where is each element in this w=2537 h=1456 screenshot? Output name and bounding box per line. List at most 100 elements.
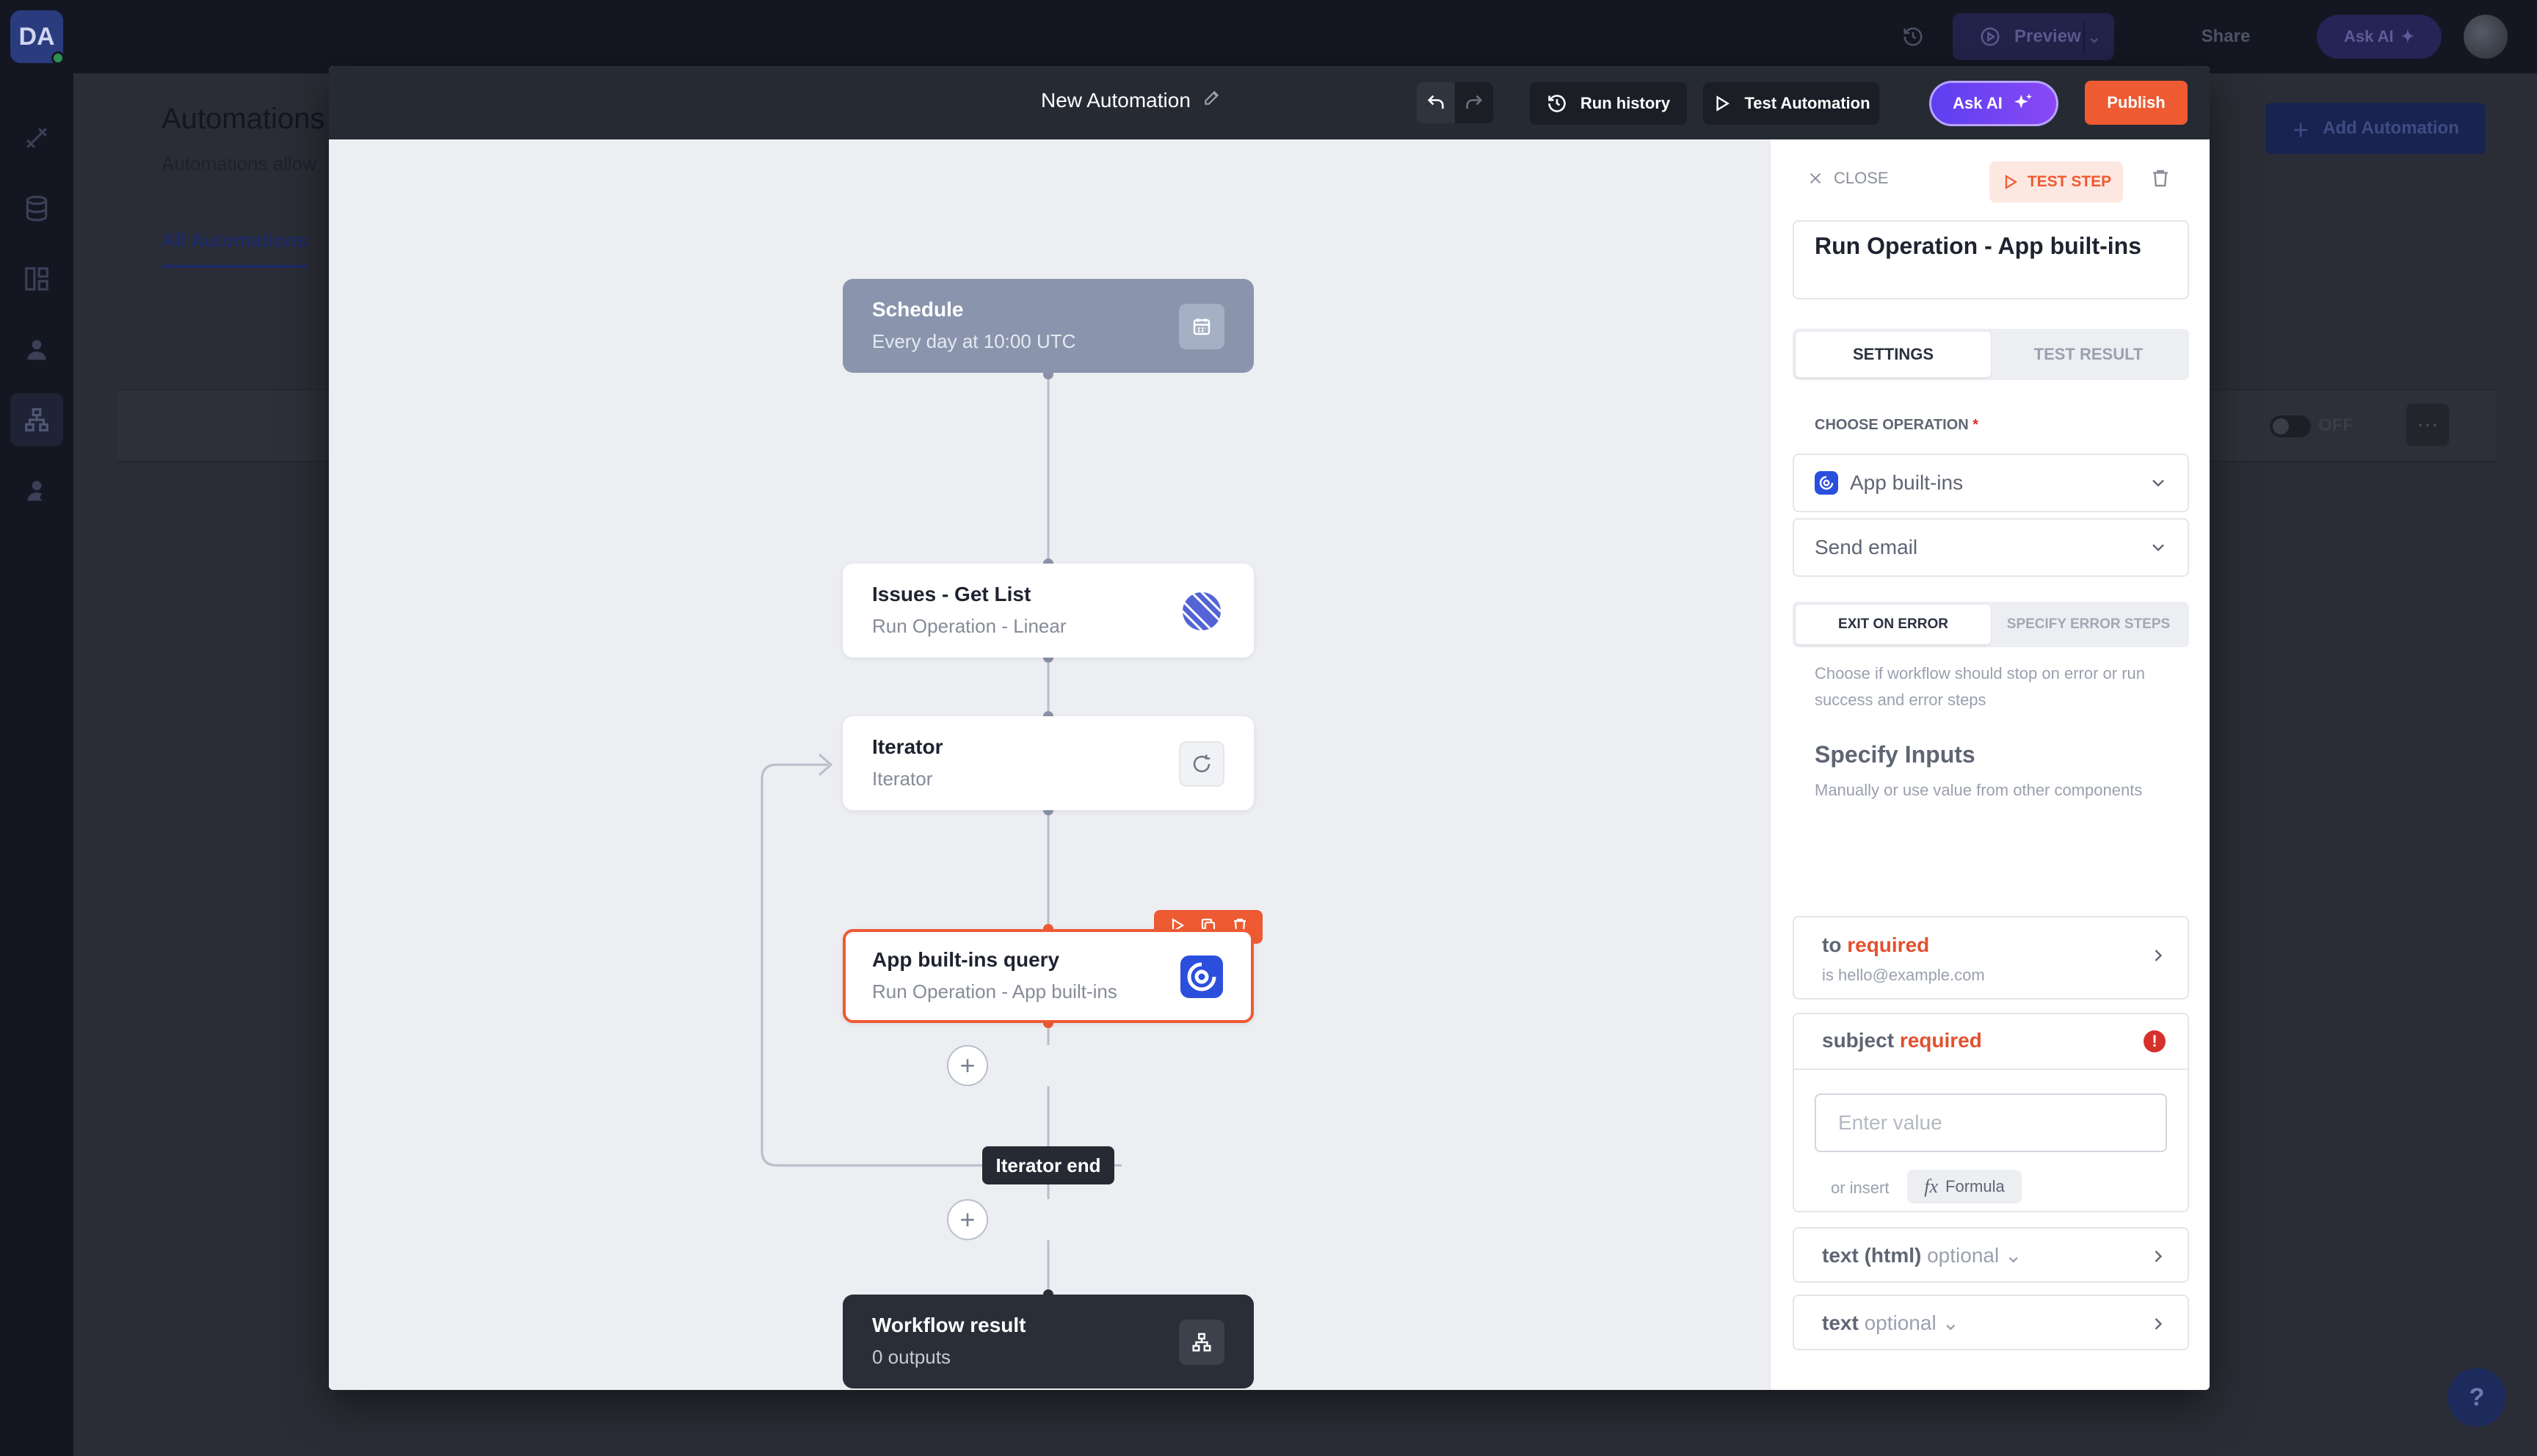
add-step-button[interactable]: + xyxy=(947,1199,988,1240)
flow-node-issues-get-list[interactable]: Issues - Get List Run Operation - Linear xyxy=(843,564,1254,658)
field-name: subject xyxy=(1822,1029,1895,1052)
user-avatar[interactable] xyxy=(2464,15,2508,59)
sidebar-database-icon[interactable] xyxy=(21,192,53,225)
automation-toggle-label: OFF xyxy=(2318,415,2353,435)
flow-node-app-builtins-query[interactable]: App built-ins query Run Operation - App … xyxy=(843,929,1254,1023)
operation-app-select[interactable]: App built-ins xyxy=(1793,454,2189,512)
undo-redo-group xyxy=(1417,82,1493,123)
ask-ai-button[interactable]: Ask AI xyxy=(1929,81,2058,126)
page-subtitle: Automations allow xyxy=(161,153,316,175)
add-automation-button[interactable]: ＋ Add Automation xyxy=(2265,103,2486,154)
refresh-icon xyxy=(1179,741,1224,787)
modal-header: New Automation Run history Test Automati… xyxy=(329,66,2210,139)
field-label: to required xyxy=(1822,933,1929,957)
ask-ai-label: Ask AI xyxy=(1953,94,2003,112)
tab-all-automations[interactable]: All Automations xyxy=(161,229,308,268)
formula-label: Formula xyxy=(1945,1177,2005,1195)
help-label: ? xyxy=(2469,1383,2485,1411)
sidebar-users-icon[interactable] xyxy=(21,333,53,365)
chevron-down-icon[interactable]: ⌄ xyxy=(2088,28,2101,47)
formula-icon: fx xyxy=(1924,1176,1939,1197)
operation-action-value: Send email xyxy=(1815,536,1918,558)
sparkle-icon xyxy=(2014,93,2032,109)
error-icon: ! xyxy=(2144,1030,2166,1052)
operation-app-value: App built-ins xyxy=(1850,471,1964,494)
field-name: to xyxy=(1822,933,1842,956)
node-subtitle: Run Operation - Linear xyxy=(872,615,1067,637)
help-button[interactable]: ? xyxy=(2447,1368,2506,1427)
test-step-button[interactable]: TEST STEP xyxy=(1989,161,2123,203)
field-status: required xyxy=(1899,1029,1982,1052)
test-automation-button[interactable]: Test Automation xyxy=(1703,82,1879,125)
automation-toggle[interactable] xyxy=(2270,415,2311,437)
run-history-button[interactable]: Run history xyxy=(1530,82,1687,125)
test-automation-label: Test Automation xyxy=(1744,94,1870,112)
insert-formula-button[interactable]: fx Formula xyxy=(1907,1170,2022,1204)
add-automation-label: Add Automation xyxy=(2323,118,2459,138)
play-icon xyxy=(1716,95,1730,112)
pencil-icon[interactable] xyxy=(1202,88,1222,112)
node-subtitle: Iterator xyxy=(872,768,933,790)
flow-node-schedule[interactable]: Schedule Every day at 10:00 UTC xyxy=(843,279,1254,373)
trash-icon[interactable] xyxy=(2149,167,2171,193)
preview-button[interactable]: Preview ⌄ xyxy=(1953,13,2114,60)
operation-action-select[interactable]: Send email xyxy=(1793,518,2189,577)
field-status: optional xyxy=(1864,1311,1937,1334)
field-value-preview: is hello@example.com xyxy=(1822,966,1985,984)
flow-node-workflow-result[interactable]: Workflow result 0 outputs xyxy=(843,1295,1254,1388)
choose-operation-label: CHOOSE OPERATION * xyxy=(1815,417,1978,434)
more-options-icon[interactable]: ⋯ xyxy=(2406,404,2449,446)
step-name-field[interactable]: Run Operation - App built-ins xyxy=(1793,220,2189,299)
subject-value-input[interactable] xyxy=(1815,1093,2167,1152)
topbar-ask-ai-label: Ask AI xyxy=(2343,27,2394,46)
node-title: Workflow result xyxy=(872,1314,1026,1336)
input-field-to[interactable]: to required is hello@example.com xyxy=(1793,916,2189,1000)
choose-operation-text: CHOOSE OPERATION xyxy=(1815,417,1969,433)
node-subtitle: 0 outputs xyxy=(872,1346,951,1368)
error-handling-help: Choose if workflow should stop on error … xyxy=(1815,664,2145,709)
chevron-right-icon xyxy=(2148,945,2168,969)
close-panel-button[interactable]: CLOSE xyxy=(1807,169,1889,188)
field-name: text (html) xyxy=(1822,1244,1922,1267)
chevron-right-icon xyxy=(2148,1314,2168,1338)
chevron-down-icon: ⌄ xyxy=(1942,1311,1959,1334)
workspace-logo-text: DA xyxy=(18,22,55,51)
sidebar-settings-user-icon[interactable] xyxy=(21,474,53,506)
node-title: Iterator xyxy=(872,735,943,758)
specify-inputs-title: Specify Inputs xyxy=(1815,741,1975,768)
flow-node-iterator[interactable]: Iterator Iterator xyxy=(843,716,1254,810)
share-button[interactable]: Share xyxy=(2177,13,2274,60)
play-icon xyxy=(2005,175,2017,189)
input-field-text[interactable]: text optional ⌄ xyxy=(1793,1295,2189,1350)
preview-divider xyxy=(2083,21,2085,53)
input-field-text-html[interactable]: text (html) optional ⌄ xyxy=(1793,1227,2189,1283)
chevron-down-icon: ⌄ xyxy=(2004,1244,2022,1267)
topbar-ask-ai-button[interactable]: Ask AI ✦ xyxy=(2317,15,2442,59)
sparkle-icon: ✦ xyxy=(2400,27,2415,46)
sidebar-automations-icon[interactable] xyxy=(10,393,63,446)
tab-settings[interactable]: SETTINGS xyxy=(1796,332,1991,377)
publish-button[interactable]: Publish xyxy=(2085,81,2188,125)
tab-specify-error-steps[interactable]: SPECIFY ERROR STEPS xyxy=(1991,605,2186,644)
undo-icon[interactable] xyxy=(1417,82,1455,123)
automation-title[interactable]: New Automation xyxy=(1041,88,1222,112)
tab-exit-on-error[interactable]: EXIT ON ERROR xyxy=(1796,605,1991,644)
app-builtins-icon xyxy=(1815,471,1838,495)
error-handling-tabs: EXIT ON ERROR SPECIFY ERROR STEPS xyxy=(1793,602,2189,647)
add-step-button[interactable]: + xyxy=(947,1045,988,1086)
online-status-dot xyxy=(51,51,65,65)
sidebar-design-icon[interactable] xyxy=(21,263,53,295)
chevron-down-icon xyxy=(2148,473,2168,498)
field-label: text (html) optional ⌄ xyxy=(1822,1243,2022,1267)
chevron-down-icon xyxy=(2148,537,2168,563)
app-topbar: DA Preview ⌄ Share Ask AI ✦ xyxy=(0,0,2537,73)
redo-icon[interactable] xyxy=(1455,82,1493,123)
tab-test-result[interactable]: TEST RESULT xyxy=(1991,332,2186,377)
close-label: CLOSE xyxy=(1834,169,1889,187)
history-icon[interactable] xyxy=(1892,18,1934,56)
workflow-canvas[interactable]: Schedule Every day at 10:00 UTC Issues -… xyxy=(329,139,1769,1390)
required-marker: * xyxy=(1972,417,1979,433)
node-title: Schedule xyxy=(872,298,964,321)
sidebar-apps-icon[interactable] xyxy=(21,122,53,154)
workspace-logo[interactable]: DA xyxy=(10,10,65,65)
